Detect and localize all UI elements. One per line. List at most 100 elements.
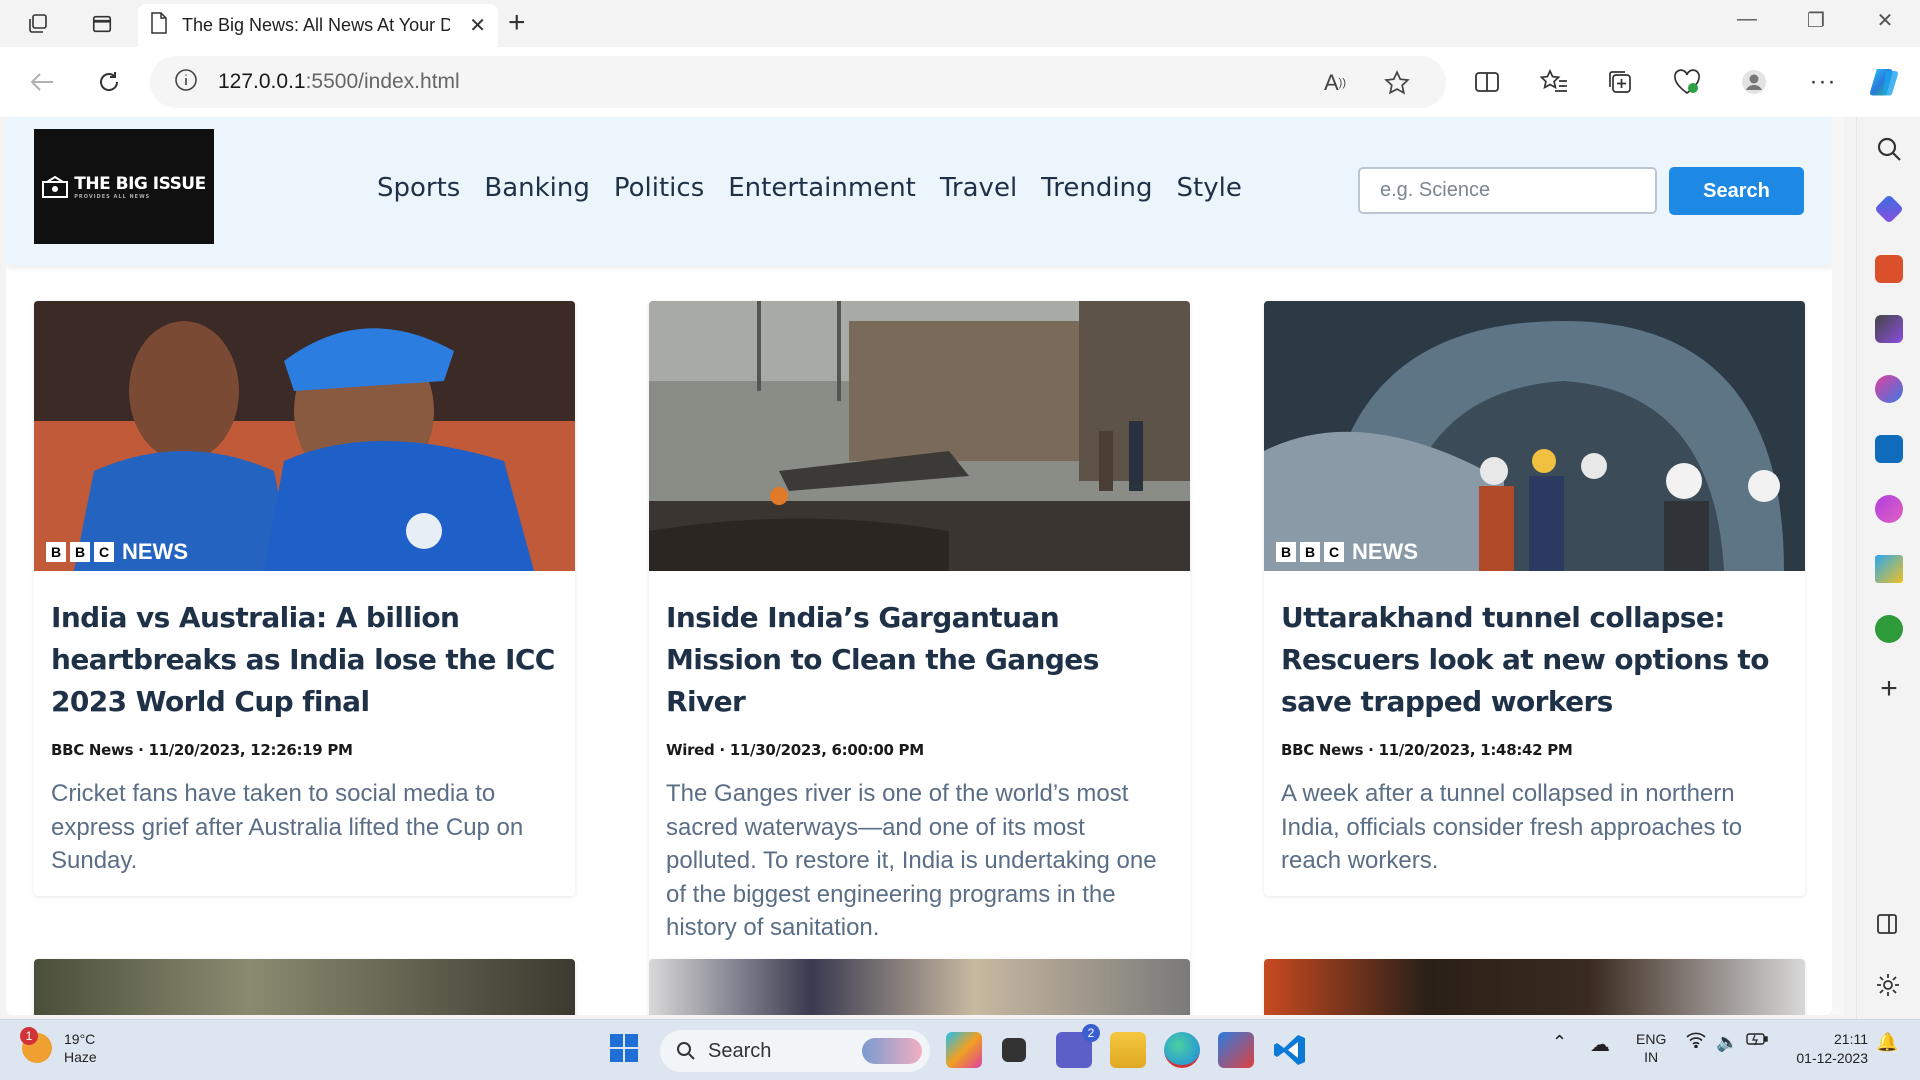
copilot-preview-app-icon[interactable]	[946, 1032, 982, 1068]
search-highlight-icon	[862, 1038, 922, 1064]
article-title[interactable]: Uttarakhand tunnel collapse: Rescuers lo…	[1281, 597, 1788, 723]
vscode-icon[interactable]	[1272, 1032, 1308, 1068]
taskbar-search[interactable]: Search	[660, 1030, 930, 1072]
search-input[interactable]	[1358, 167, 1657, 214]
tree-icon[interactable]	[1875, 615, 1903, 643]
article-description: The Ganges river is one of the world’s m…	[666, 780, 1157, 941]
more-options-icon[interactable]: ···	[1806, 65, 1840, 99]
tab-bar: The Big News: All News At Your D ✕ + — ❐…	[0, 0, 1920, 47]
nav-link-entertainment[interactable]: Entertainment	[728, 173, 916, 203]
weather-condition: Haze	[64, 1049, 97, 1065]
refresh-icon[interactable]	[92, 65, 126, 99]
add-icon[interactable]: +	[1875, 674, 1903, 704]
article-meta: BBC News · 11/20/2023, 12:26:19 PM	[51, 741, 353, 759]
task-view-icon[interactable]	[1002, 1038, 1026, 1062]
nav-links: Sports Banking Politics Entertainment Travel…	[377, 173, 1242, 203]
onedrive-icon[interactable]: ☁	[1590, 1032, 1610, 1057]
battery-icon[interactable]	[1746, 1032, 1768, 1049]
article-title[interactable]: Inside India’s Gargantuan Mission to Cle…	[666, 597, 1173, 723]
nav-link-trending[interactable]: Trending	[1041, 173, 1152, 203]
split-screen-icon[interactable]	[1470, 65, 1504, 99]
nav-link-travel[interactable]: Travel	[940, 173, 1017, 203]
favorites-icon[interactable]	[1537, 65, 1571, 99]
telegram-icon[interactable]	[1875, 555, 1903, 583]
article-title[interactable]: India vs Australia: A billion heartbreak…	[51, 597, 558, 723]
site-navbar: THE BIG ISSUE PROVIDES ALL NEWS Sports Ban…	[6, 117, 1832, 265]
collections-icon[interactable]	[1603, 65, 1637, 99]
microsoft-365-icon[interactable]	[1875, 375, 1903, 403]
sidebar-toggle-icon[interactable]	[1875, 912, 1903, 940]
page-scrollbar[interactable]	[1832, 117, 1844, 1015]
vertical-tabs-icon[interactable]	[88, 10, 116, 38]
shopping-tag-icon[interactable]	[1874, 194, 1904, 224]
page-viewport: THE BIG ISSUE PROVIDES ALL NEWS Sports Ban…	[6, 117, 1832, 1015]
article-description: Cricket fans have taken to social media …	[51, 780, 524, 874]
teams-icon[interactable]: 2	[1056, 1024, 1100, 1068]
language-indicator[interactable]: ENG IN	[1636, 1030, 1666, 1066]
article-image-ganges	[649, 301, 1190, 571]
article-image-next-2	[649, 959, 1190, 1015]
news-card[interactable]: Inside India’s Gargantuan Mission to Cle…	[649, 301, 1190, 963]
copilot-icon[interactable]	[1868, 65, 1902, 99]
news-card[interactable]	[1264, 959, 1805, 1015]
article-description: A week after a tunnel collapsed in north…	[1281, 780, 1743, 874]
bbc-news-badge: BBC NEWS	[1276, 539, 1418, 565]
close-tab-icon[interactable]: ✕	[469, 13, 486, 38]
article-image-next-3	[1264, 959, 1805, 1015]
tab-title: The Big News: All News At Your D	[182, 15, 450, 35]
browser-essentials-icon[interactable]	[1670, 65, 1704, 99]
active-tab[interactable]: The Big News: All News At Your D ✕	[138, 4, 498, 47]
clock[interactable]: 21:11 01-12-2023	[1784, 1030, 1868, 1068]
search-button[interactable]: Search	[1669, 167, 1804, 215]
outlook-icon[interactable]	[1875, 435, 1903, 463]
wifi-icon[interactable]	[1686, 1032, 1706, 1053]
weather-notification-badge: 1	[20, 1027, 38, 1045]
edge-sidebar: +	[1856, 117, 1920, 1019]
weather-widget[interactable]: 1 19°C Haze	[20, 1027, 97, 1066]
minimize-icon[interactable]: —	[1727, 8, 1767, 31]
nav-link-sports[interactable]: Sports	[377, 173, 460, 203]
article-meta: Wired · 11/30/2023, 6:00:00 PM	[666, 741, 924, 759]
favorite-star-icon[interactable]	[1382, 68, 1412, 98]
browser-toolbar: 127.0.0.1:5500/index.html A)) ···	[0, 47, 1920, 117]
article-image-next-1	[34, 959, 575, 1015]
nav-link-style[interactable]: Style	[1177, 173, 1242, 203]
nav-link-politics[interactable]: Politics	[614, 173, 704, 203]
volume-icon[interactable]: 🔈	[1716, 1032, 1738, 1053]
settings-gear-icon[interactable]	[1875, 972, 1903, 1000]
new-tab-icon[interactable]: +	[508, 8, 526, 38]
profile-avatar[interactable]	[1737, 65, 1771, 99]
designer-icon[interactable]	[1875, 495, 1903, 523]
games-icon[interactable]	[1875, 315, 1903, 343]
news-card[interactable]: BBC NEWS Uttarakhand tunnel collapse: Re…	[1264, 301, 1805, 896]
microsoft-store-icon[interactable]	[1218, 1032, 1254, 1068]
info-icon[interactable]	[174, 68, 198, 97]
back-icon[interactable]	[25, 65, 59, 99]
logo-text: THE BIG ISSUE PROVIDES ALL NEWS	[74, 173, 206, 200]
edge-browser-icon[interactable]	[1164, 1032, 1200, 1068]
nav-link-banking[interactable]: Banking	[484, 173, 590, 203]
notification-bell-icon[interactable]: 🔔	[1876, 1032, 1898, 1053]
file-explorer-icon[interactable]	[1110, 1032, 1146, 1068]
read-aloud-icon[interactable]: A))	[1320, 68, 1350, 98]
workspaces-icon[interactable]	[24, 10, 52, 38]
tools-icon[interactable]	[1875, 255, 1903, 283]
site-logo[interactable]: THE BIG ISSUE PROVIDES ALL NEWS	[34, 129, 214, 244]
news-card[interactable]	[34, 959, 575, 1015]
news-card[interactable]: BBC NEWS India vs Australia: A billion h…	[34, 301, 575, 896]
search-icon[interactable]	[1875, 135, 1903, 163]
url-text: 127.0.0.1:5500/index.html	[218, 70, 460, 93]
page-icon	[150, 12, 168, 39]
weather-icon: 1	[20, 1027, 52, 1063]
newspaper-icon	[42, 175, 69, 198]
article-image-tunnel: BBC NEWS	[1264, 301, 1805, 571]
start-icon[interactable]	[608, 1032, 644, 1068]
show-hidden-icons[interactable]: ⌃	[1552, 1032, 1567, 1053]
address-bar[interactable]: 127.0.0.1:5500/index.html A))	[150, 56, 1446, 108]
article-meta: BBC News · 11/20/2023, 1:48:42 PM	[1281, 741, 1573, 759]
bbc-news-badge: BBC NEWS	[46, 539, 188, 565]
news-card[interactable]	[649, 959, 1190, 1015]
close-window-icon[interactable]: ✕	[1865, 8, 1905, 33]
windows-taskbar: 1 19°C Haze Search 2 ⌃ ☁ ENG IN 🔈 21:11 01…	[0, 1019, 1920, 1080]
restore-icon[interactable]: ❐	[1796, 8, 1836, 33]
